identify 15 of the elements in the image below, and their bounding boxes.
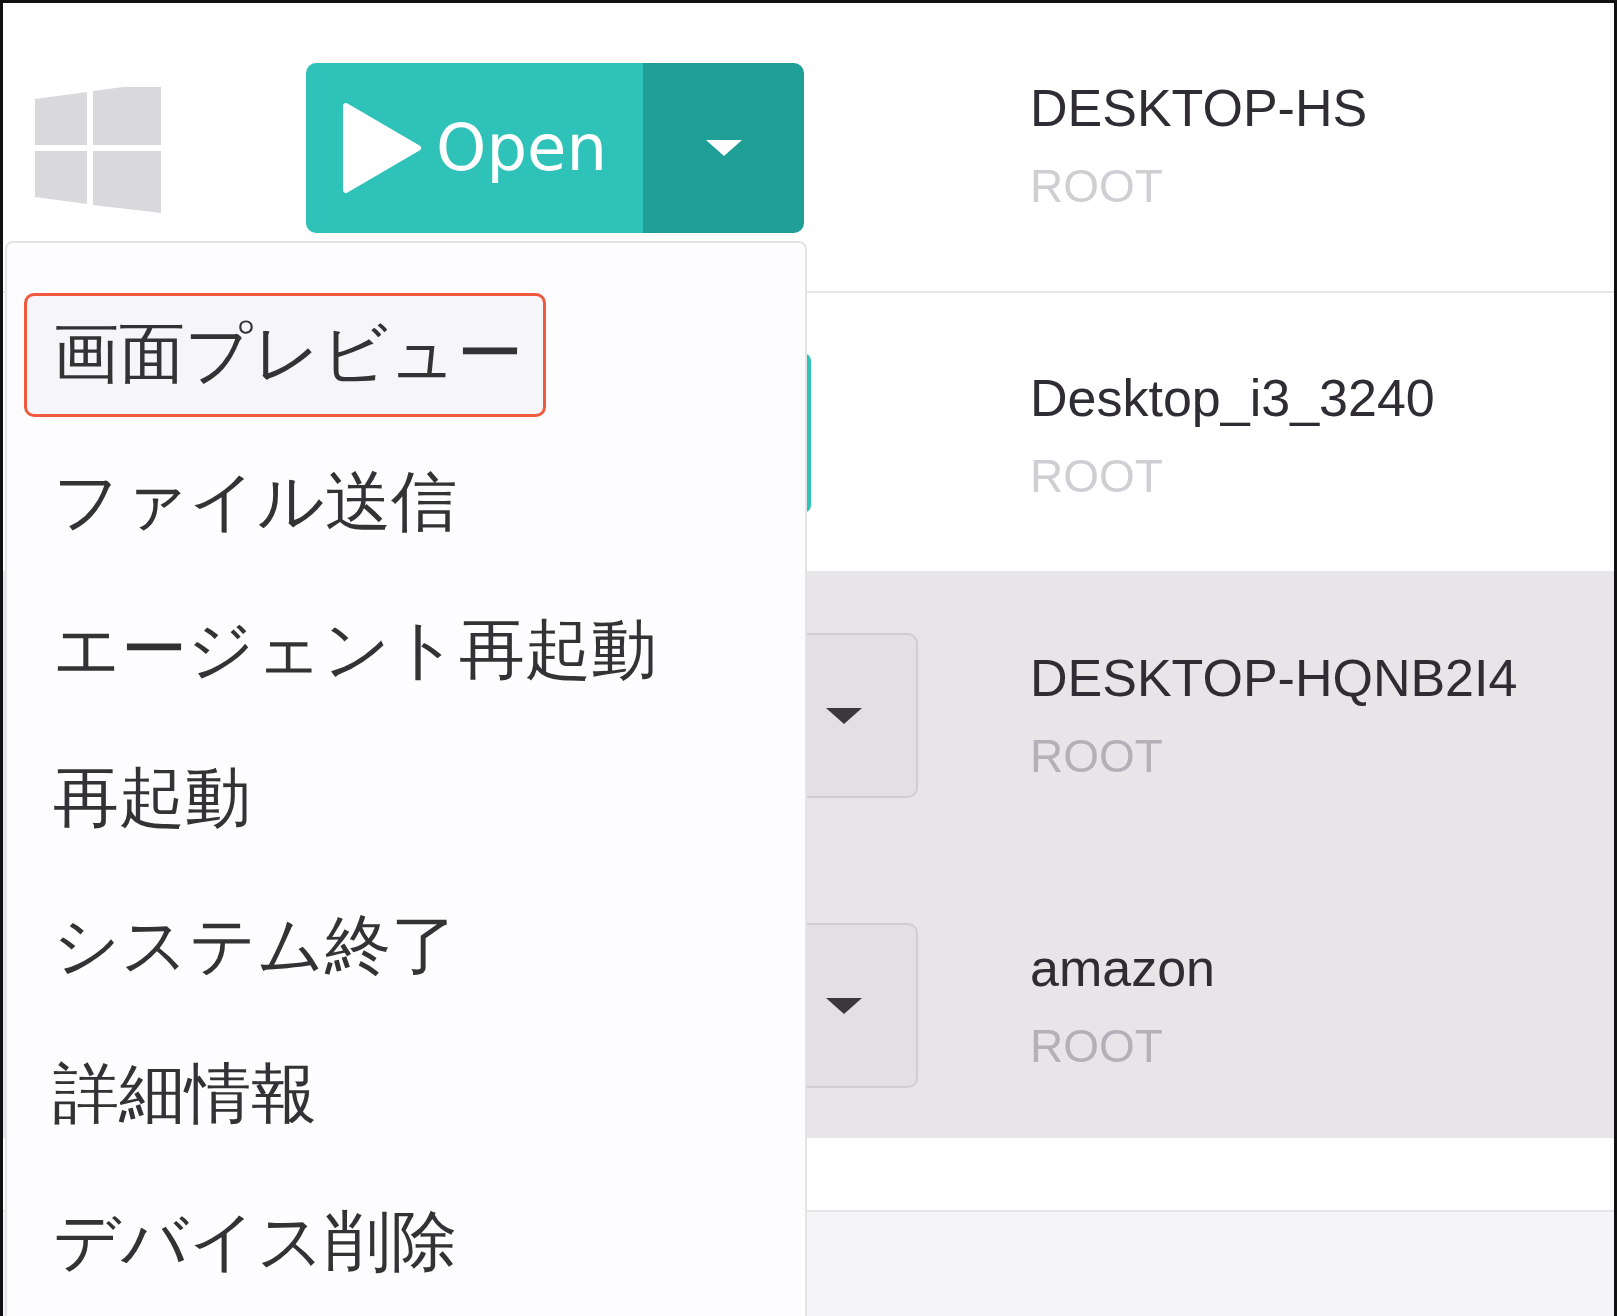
caret-icon	[824, 995, 864, 1016]
menu-item[interactable]: ファイル送信	[24, 441, 480, 565]
play-icon	[342, 102, 422, 194]
menu-item[interactable]: デバイス削除	[24, 1181, 480, 1305]
menu-item[interactable]: エージェント再起動	[24, 589, 680, 713]
device-name: DESKTOP-HS	[1030, 78, 1368, 139]
menu-item[interactable]: システム終了	[24, 885, 480, 1009]
menu-item[interactable]: 再起動	[24, 737, 274, 861]
dropdown-button[interactable]	[643, 63, 804, 233]
caret-icon	[824, 705, 864, 726]
device-name: amazon	[1030, 938, 1215, 999]
device-name: DESKTOP-HQNB2I4	[1030, 648, 1518, 709]
menu-item[interactable]: 画面プレビュー	[24, 293, 546, 417]
windows-logo-icon	[35, 87, 161, 213]
device-name: Desktop_i3_3240	[1030, 368, 1435, 429]
